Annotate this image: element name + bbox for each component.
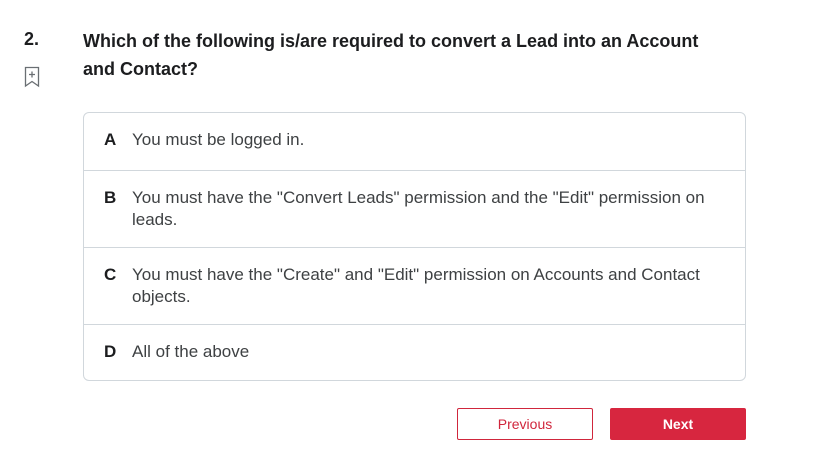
option-letter: A xyxy=(104,130,117,149)
option-letter: B xyxy=(104,188,117,207)
question-text: Which of the following is/are required t… xyxy=(83,31,699,79)
option-letter: D xyxy=(104,342,117,361)
option-c[interactable]: C You must have the "Create" and "Edit" … xyxy=(84,247,745,324)
next-button[interactable]: Next xyxy=(610,408,746,440)
option-text: You must be logged in. xyxy=(132,130,305,149)
option-text: All of the above xyxy=(132,342,250,361)
previous-button[interactable]: Previous xyxy=(457,408,593,440)
option-text: You must have the "Create" and "Edit" pe… xyxy=(132,265,700,306)
option-a[interactable]: A You must be logged in. xyxy=(84,113,745,170)
answer-options: A You must be logged in. B You must have… xyxy=(83,112,746,381)
option-text: You must have the "Convert Leads" permis… xyxy=(132,188,705,229)
bookmark-plus-icon[interactable] xyxy=(24,66,40,88)
question-number: 2. xyxy=(24,29,40,49)
option-b[interactable]: B You must have the "Convert Leads" perm… xyxy=(84,170,745,247)
option-d[interactable]: D All of the above xyxy=(84,324,745,380)
option-letter: C xyxy=(104,265,117,284)
